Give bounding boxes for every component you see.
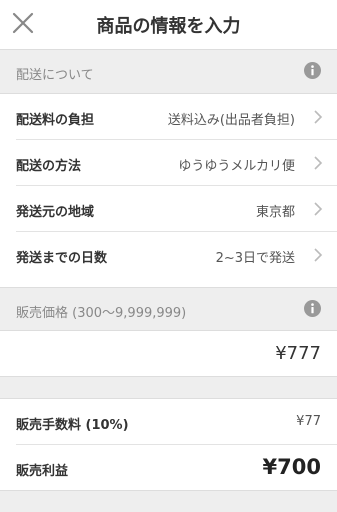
row-value: 送料込み(出品者負担) [167,113,295,128]
app-header: 商品の情報を入力 [0,0,337,50]
chevron-right-icon [314,248,323,262]
row-value: 東京都 [255,205,295,220]
sales-profit-value: ¥700 [262,455,321,479]
sales-profit-label: 販売利益 [16,464,69,479]
price-input-row[interactable]: ¥777 [0,331,337,377]
close-icon [12,12,34,34]
section-gap [0,377,337,399]
shipping-fee-row[interactable]: 配送料の負担 送料込み(出品者負担) [0,94,337,140]
chevron-right-icon [314,202,323,216]
bottom-gap [0,490,337,512]
days-to-ship-row[interactable]: 発送までの日数 2~3日で発送 [0,232,337,278]
row-value: ゆうゆうメルカリ便 [178,159,295,174]
info-icon[interactable] [304,300,321,317]
row-label: 発送までの日数 [16,251,108,266]
shipping-section-header: 配送について [0,50,337,94]
sales-profit-row: 販売利益 ¥700 [0,445,337,491]
page-title: 商品の情報を入力 [96,16,241,37]
chevron-right-icon [314,156,323,170]
row-label: 配送料の負担 [16,113,95,128]
row-value: 2~3日で発送 [215,251,295,266]
close-button[interactable] [8,8,38,38]
price-section-header: 販売価格 (300〜9,999,999) [0,287,337,331]
price-input[interactable]: ¥777 [275,343,321,364]
row-label: 配送の方法 [16,159,82,174]
shipping-method-row[interactable]: 配送の方法 ゆうゆうメルカリ便 [0,140,337,186]
price-section-label: 販売価格 (300〜9,999,999) [16,306,187,321]
info-icon[interactable] [304,62,321,79]
sales-fee-value: ¥77 [296,414,321,429]
chevron-right-icon [314,110,323,124]
row-label: 発送元の地域 [16,205,95,220]
sales-fee-row: 販売手数料 (10%) ¥77 [0,399,337,445]
shipping-section-label: 配送について [16,68,94,83]
ship-from-region-row[interactable]: 発送元の地域 東京都 [0,186,337,232]
sales-fee-label: 販売手数料 (10%) [16,418,129,433]
